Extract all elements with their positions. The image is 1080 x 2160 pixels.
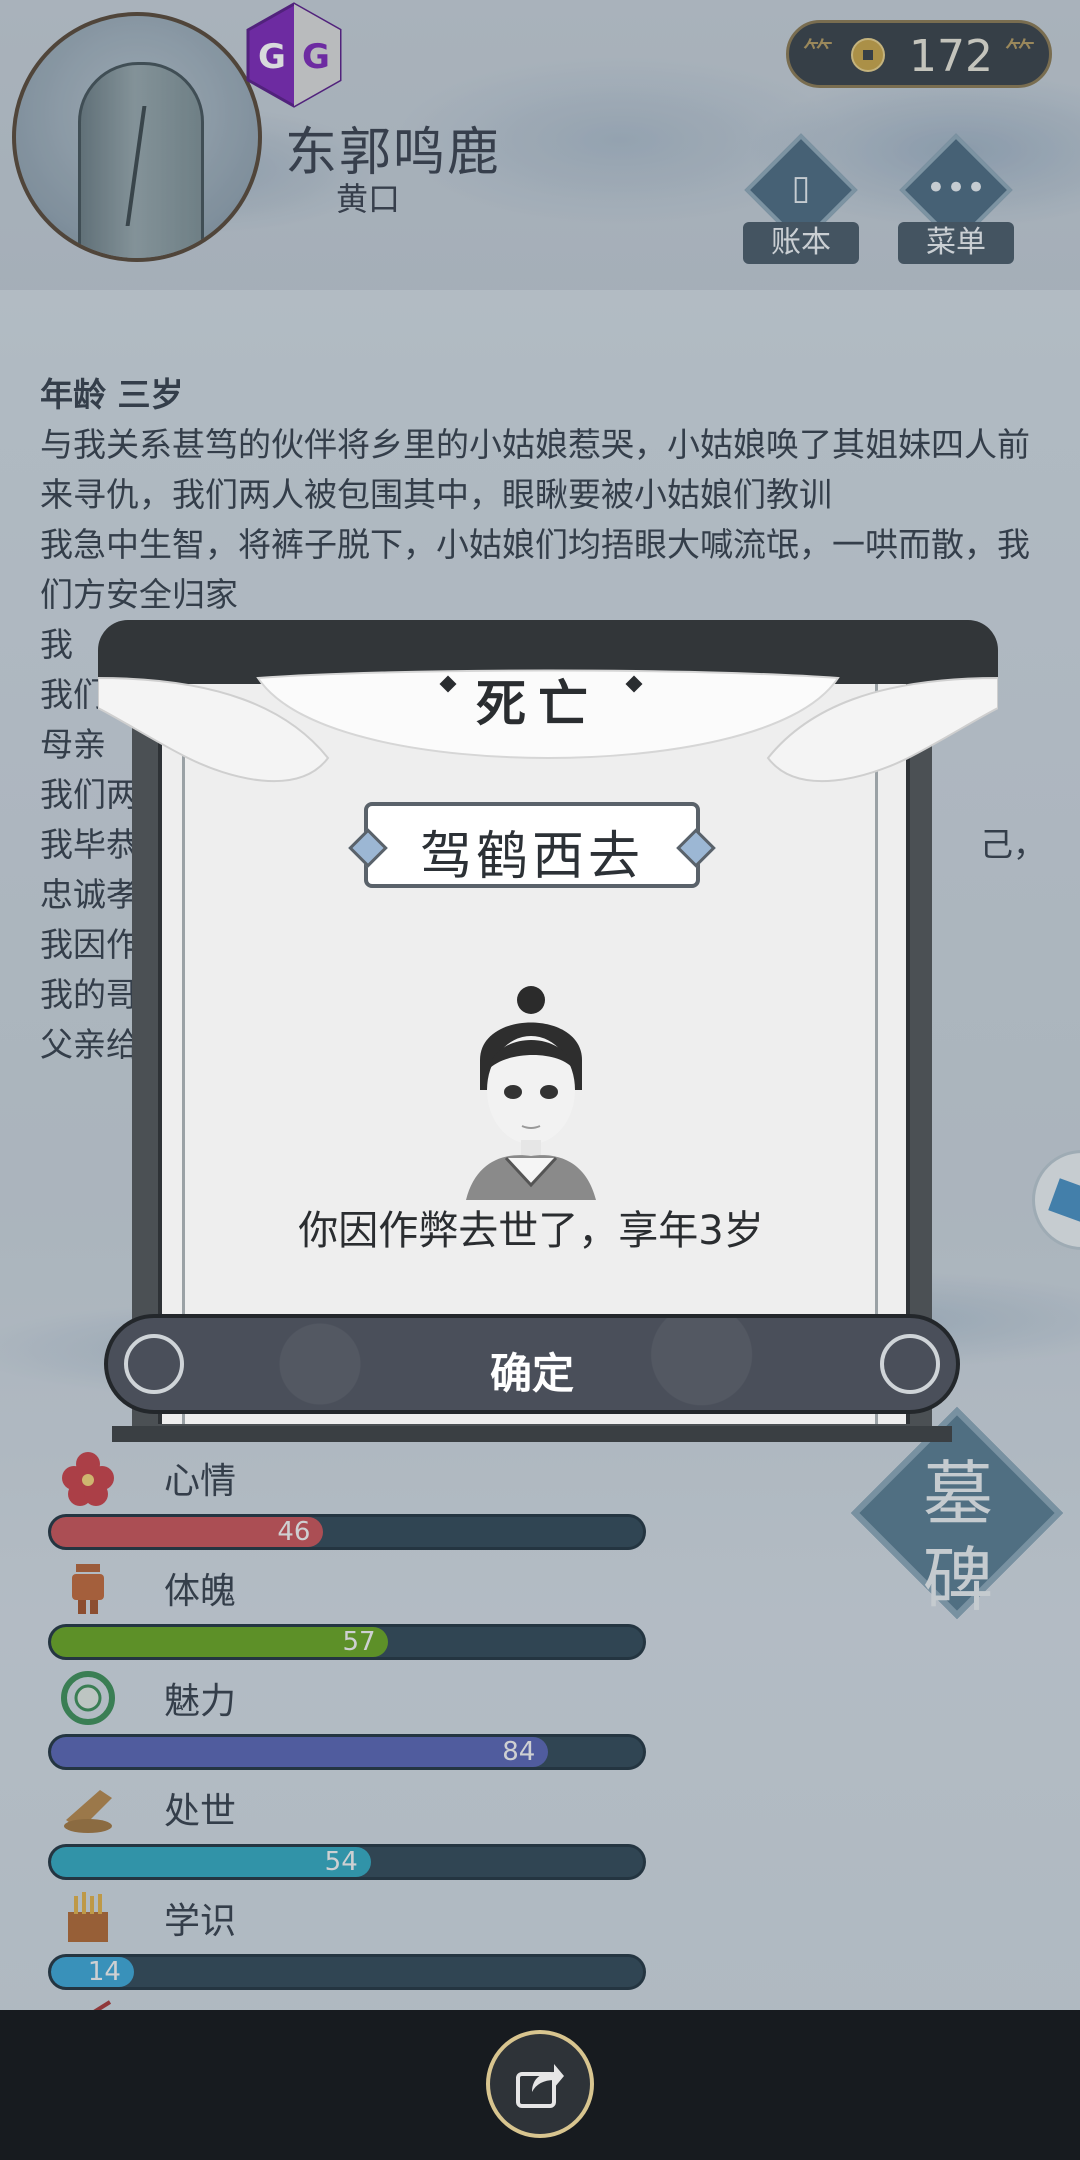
plaque-text: 驾鹤西去 (419, 827, 644, 887)
confirm-label: 确定 (489, 1349, 574, 1398)
share-icon (516, 2064, 564, 2108)
confirm-button[interactable]: 确定 (104, 1314, 960, 1414)
character-portrait (466, 986, 596, 1200)
cloud-ornament-right-icon (880, 1334, 940, 1394)
dialog-title: 死亡 (476, 675, 600, 733)
death-message: 你因作弊去世了，享年3岁 (298, 1208, 764, 1254)
death-plaque: 驾鹤西去 (348, 802, 716, 888)
death-dialog: 死亡 驾鹤西去 你因作弊去世了，享年3岁 确定 (98, 620, 998, 1442)
dialog-bottom-rail (112, 1426, 952, 1442)
share-button[interactable] (486, 2030, 594, 2138)
